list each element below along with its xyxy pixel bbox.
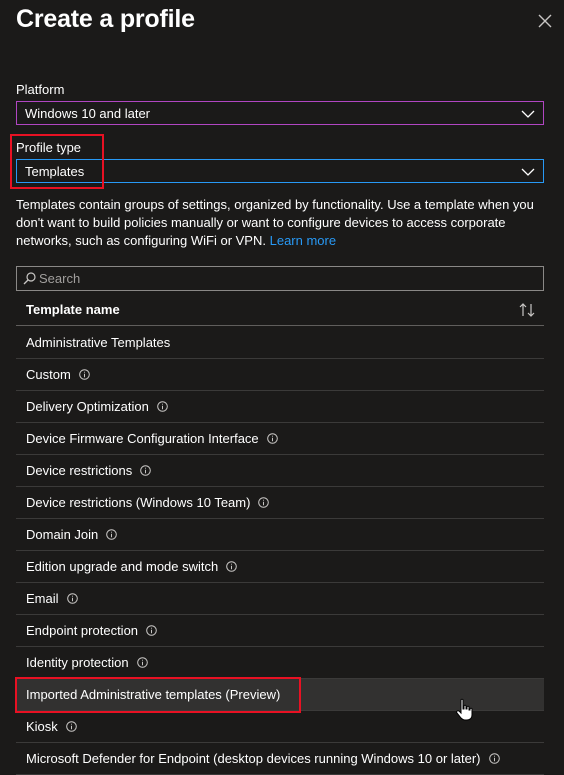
template-name: Imported Administrative templates (Previ… (26, 687, 281, 702)
info-icon[interactable] (65, 721, 77, 732)
sort-icon[interactable] (518, 302, 536, 318)
info-icon[interactable] (136, 657, 148, 668)
table-row[interactable]: Microsoft Defender for Endpoint (desktop… (16, 743, 544, 775)
template-name: Custom (26, 367, 71, 382)
table-row[interactable]: Delivery Optimization (16, 391, 544, 423)
table-row[interactable]: Identity protection (16, 647, 544, 679)
table-row[interactable]: Endpoint protection (16, 615, 544, 647)
learn-more-link[interactable]: Learn more (270, 233, 336, 248)
template-name: Email (26, 591, 59, 606)
search-input[interactable]: Search (16, 266, 544, 291)
platform-value: Windows 10 and later (25, 105, 151, 121)
info-icon[interactable] (157, 401, 168, 412)
profile-description: Templates contain groups of settings, or… (16, 196, 546, 250)
platform-label: Platform (16, 82, 65, 97)
platform-dropdown[interactable]: Windows 10 and later (16, 101, 544, 125)
info-icon[interactable] (146, 625, 157, 636)
table-row[interactable]: Device restrictions (16, 455, 544, 487)
table-header: Template name (16, 294, 544, 326)
template-name: Device restrictions (26, 463, 133, 478)
hand-cursor-icon (456, 698, 473, 721)
template-name: Kiosk (26, 719, 58, 734)
info-icon[interactable] (140, 465, 152, 476)
panel-title: Create a profile (16, 5, 195, 33)
template-name: Delivery Optimization (26, 399, 149, 414)
chevron-down-icon (521, 168, 535, 176)
table-row[interactable]: Domain Join (16, 519, 544, 551)
template-name: Endpoint protection (26, 623, 139, 638)
info-icon[interactable] (266, 433, 278, 444)
table-row[interactable]: Administrative Templates (16, 327, 544, 359)
table-row[interactable]: Email (16, 583, 544, 615)
profile-type-dropdown[interactable]: Templates (16, 159, 544, 183)
template-name: Device restrictions (Windows 10 Team) (26, 495, 251, 510)
info-icon[interactable] (226, 561, 238, 572)
info-icon[interactable] (66, 593, 78, 604)
template-name: Identity protection (26, 655, 129, 670)
template-name: Device Firmware Configuration Interface (26, 431, 259, 446)
table-row[interactable]: Edition upgrade and mode switch (16, 551, 544, 583)
profile-type-label: Profile type (16, 140, 82, 155)
info-icon[interactable] (106, 529, 118, 540)
table-row[interactable]: Device restrictions (Windows 10 Team) (16, 487, 544, 519)
search-icon (23, 272, 36, 285)
template-name: Edition upgrade and mode switch (26, 559, 219, 574)
profile-type-value: Templates (25, 163, 85, 179)
close-icon[interactable] (536, 12, 554, 30)
template-name: Domain Join (26, 527, 99, 542)
table-row[interactable]: Custom (16, 359, 544, 391)
column-template-name[interactable]: Template name (26, 302, 120, 317)
info-icon[interactable] (258, 497, 270, 508)
info-icon[interactable] (78, 369, 90, 380)
chevron-down-icon (521, 110, 535, 118)
search-placeholder: Search (39, 271, 81, 286)
template-name: Administrative Templates (26, 335, 171, 350)
table-row[interactable]: Device Firmware Configuration Interface (16, 423, 544, 455)
